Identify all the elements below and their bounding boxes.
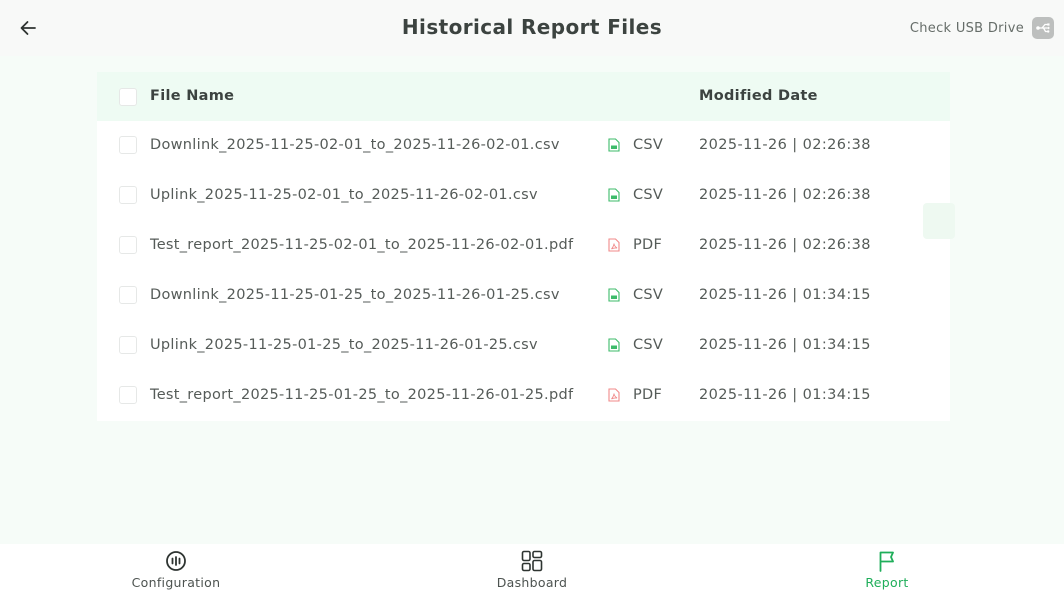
table-row[interactable]: Test_report_2025-11-25-01-25_to_2025-11-… bbox=[97, 371, 950, 421]
csv-file-icon bbox=[608, 338, 620, 352]
usb-icon bbox=[1032, 17, 1054, 39]
row-checkbox[interactable] bbox=[119, 286, 137, 304]
nav-item-dashboard[interactable]: Dashboard bbox=[442, 544, 622, 595]
csv-file-icon bbox=[608, 288, 620, 302]
row-checkbox[interactable] bbox=[119, 186, 137, 204]
bottom-nav: Configuration Dashboard Report bbox=[0, 544, 1064, 595]
file-name[interactable]: Test_report_2025-11-25-01-25_to_2025-11-… bbox=[150, 387, 573, 403]
dashboard-grid-icon bbox=[520, 549, 544, 573]
modified-date: 2025-11-26 | 01:34:15 bbox=[699, 387, 871, 403]
check-usb-drive-label: Check USB Drive bbox=[909, 20, 1024, 36]
page-title: Historical Report Files bbox=[401, 15, 663, 39]
select-all-checkbox[interactable] bbox=[119, 88, 137, 106]
scroll-indicator bbox=[923, 203, 955, 239]
table-row[interactable]: Downlink_2025-11-25-02-01_to_2025-11-26-… bbox=[97, 121, 950, 171]
row-checkbox[interactable] bbox=[119, 386, 137, 404]
file-name[interactable]: Uplink_2025-11-25-01-25_to_2025-11-26-01… bbox=[150, 337, 538, 353]
file-type: CSV bbox=[633, 137, 664, 153]
csv-file-icon bbox=[608, 188, 620, 202]
modified-date: 2025-11-26 | 02:26:38 bbox=[699, 187, 871, 203]
pdf-file-icon bbox=[608, 238, 620, 252]
app-header: Historical Report Files Check USB Drive bbox=[0, 0, 1064, 56]
table-row[interactable]: Uplink_2025-11-25-01-25_to_2025-11-26-01… bbox=[97, 321, 950, 371]
gauge-icon bbox=[164, 549, 188, 573]
nav-label-configuration: Configuration bbox=[131, 575, 221, 590]
modified-date: 2025-11-26 | 01:34:15 bbox=[699, 287, 871, 303]
pdf-file-icon bbox=[608, 388, 620, 402]
nav-item-report[interactable]: Report bbox=[797, 544, 977, 595]
column-header-file-name: File Name bbox=[150, 88, 235, 104]
row-checkbox[interactable] bbox=[119, 236, 137, 254]
file-type: PDF bbox=[633, 237, 663, 253]
file-name[interactable]: Downlink_2025-11-25-02-01_to_2025-11-26-… bbox=[150, 137, 560, 153]
modified-date: 2025-11-26 | 02:26:38 bbox=[699, 137, 871, 153]
nav-label-dashboard: Dashboard bbox=[496, 575, 568, 590]
file-name[interactable]: Downlink_2025-11-25-01-25_to_2025-11-26-… bbox=[150, 287, 560, 303]
report-files-table: File Name Modified Date Downlink_2025-11… bbox=[97, 72, 950, 421]
modified-date: 2025-11-26 | 01:34:15 bbox=[699, 337, 871, 353]
table-row[interactable]: Downlink_2025-11-25-01-25_to_2025-11-26-… bbox=[97, 271, 950, 321]
column-header-modified-date: Modified Date bbox=[699, 88, 818, 104]
file-type: PDF bbox=[633, 387, 663, 403]
row-checkbox[interactable] bbox=[119, 136, 137, 154]
file-type: CSV bbox=[633, 287, 664, 303]
file-type: CSV bbox=[633, 337, 664, 353]
csv-file-icon bbox=[608, 138, 620, 152]
nav-item-configuration[interactable]: Configuration bbox=[86, 544, 266, 595]
flag-icon bbox=[875, 549, 899, 573]
table-header-row: File Name Modified Date bbox=[97, 72, 950, 121]
nav-label-report: Report bbox=[865, 575, 909, 590]
file-type: CSV bbox=[633, 187, 664, 203]
table-row[interactable]: Test_report_2025-11-25-02-01_to_2025-11-… bbox=[97, 221, 950, 271]
table-row[interactable]: Uplink_2025-11-25-02-01_to_2025-11-26-02… bbox=[97, 171, 950, 221]
check-usb-drive-button[interactable]: Check USB Drive bbox=[910, 16, 1054, 40]
modified-date: 2025-11-26 | 02:26:38 bbox=[699, 237, 871, 253]
row-checkbox[interactable] bbox=[119, 336, 137, 354]
file-name[interactable]: Test_report_2025-11-25-02-01_to_2025-11-… bbox=[150, 237, 573, 253]
file-name[interactable]: Uplink_2025-11-25-02-01_to_2025-11-26-02… bbox=[150, 187, 538, 203]
